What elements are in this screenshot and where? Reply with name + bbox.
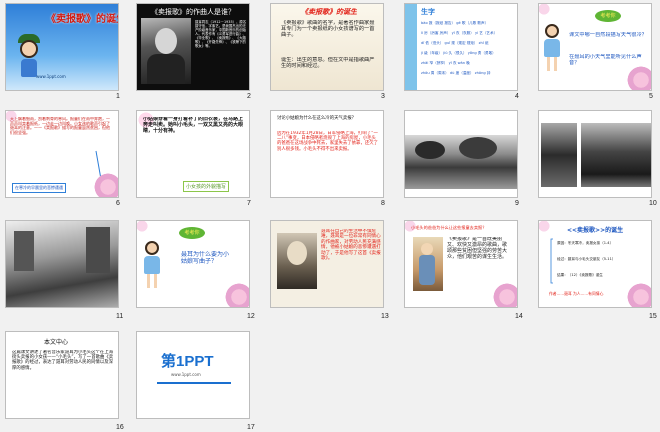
slide-number-8: 8	[381, 200, 385, 207]
slide-number-4: 4	[515, 93, 519, 100]
slide-number-1: 1	[116, 93, 120, 100]
slide-text-1: 《卖报歌》歌曲的名字，是著名作曲家聂耳专门为一个卖报纸的小女孩谱写的一首曲子。	[281, 20, 375, 39]
caption-box: 在寒冷的早晨里的悲惨遭遇	[12, 183, 66, 193]
slide-text: 《卖报歌》是一首既美丽又、欢快又激昂的歌曲，歌颂那些贫困但坚强的劳苦大众，他们艰…	[447, 237, 508, 260]
portrait-photo	[277, 233, 317, 289]
slide-number-7: 7	[247, 200, 251, 207]
slide-number-9: 9	[515, 200, 519, 207]
logo-bar	[157, 382, 231, 384]
slide-thumbnail-9[interactable]	[404, 110, 518, 198]
pinyin-row-3: dī 低（低头） guī 规（规定 规矩） zhǐ 纸	[421, 41, 489, 45]
slide-thumbnail-14[interactable]: 小毛头的爸爸为什么让这些报童去卖报？ 《卖报歌》是一首既美丽又、欢快又激昂的歌曲…	[404, 220, 518, 308]
slide-number-2: 2	[247, 93, 251, 100]
slide-thumbnail-2[interactable]: 《卖报歌》的作曲人是谁？ 聂耳同志（1912－1935），原名聂守信，字紫艺。是…	[136, 3, 250, 91]
pinyin-row-1: bào 报（报纸 报告） gē 歌（儿歌 歌声）	[421, 21, 489, 25]
slide-number-13: 13	[381, 313, 389, 320]
slide-thumbnail-17[interactable]: 第1PPT www.1ppt.com	[136, 331, 250, 419]
slide-number-6: 6	[116, 200, 120, 207]
slide-thumbnail-3[interactable]: 《卖报歌》的诞生 《卖报歌》歌曲的名字，是著名作曲家聂耳专门为一个卖报纸的小女孩…	[270, 3, 384, 91]
children-photo-left	[541, 123, 577, 187]
question-2: 在聂耳的小天气里能听见什么声音？	[569, 54, 642, 67]
slide-text: 这篇课文讲述了著名音乐家聂耳为小毛头这个在上海街头卖报的小女孩——“小毛头”，写…	[12, 350, 114, 371]
pinyin-row-2: lì 厉（厉害 厉声） yī 衣（衣服） yì 艺（艺术）	[421, 31, 498, 35]
slide-thumbnail-11[interactable]	[5, 220, 119, 308]
question-text: 聂耳为什么要为小姑娘写曲子？	[181, 251, 230, 266]
painting-image	[413, 237, 443, 291]
slide-thumbnail-5[interactable]: 考考你 课文中哪一自然段描写天气很冷？ 在聂耳的小天气里能听见什么声音？	[538, 3, 652, 91]
slide-number-3: 3	[381, 93, 385, 100]
slide-number-10: 10	[649, 200, 657, 207]
slide-title: 《卖报歌》的诞生	[301, 8, 357, 16]
bubble-badge: 考考你	[179, 227, 205, 239]
question-1: 课文中哪一自然段描写天气很冷？	[569, 32, 647, 38]
logo-subtext: www.1ppt.com	[171, 372, 201, 377]
slide-thumbnail-13[interactable]: 聂耳在自己的生活中不惧危难，聂耳是一位非常有同情心的作曲家，对劳动人民充满感情，…	[270, 220, 384, 308]
question-text: 讨论小姑娘为什么在这么冷的天气卖报？	[277, 116, 357, 121]
children-photo-right	[581, 123, 651, 187]
slide-number-11: 11	[116, 313, 124, 320]
slide-thumbnail-4[interactable]: 生字 bào 报（报纸 报告） gē 歌（儿歌 歌声） lì 厉（厉害 厉声） …	[404, 3, 518, 91]
bubble-badge: 考考你	[595, 10, 621, 22]
slide-number-15: 15	[649, 313, 657, 320]
slide-thumbnail-6[interactable]: 天上飘着细雨，刮着刺骨的寒风。报童们在雨中奔跑，一声声叫卖着报纸，一边走一边叫唤…	[5, 110, 119, 198]
slide-thumbnail-12[interactable]: 考考你 聂耳为什么要为小姑娘写曲子？	[136, 220, 250, 308]
slide-text: 聂耳同志（1912－1935），原名聂守信，字紫艺。是我国杰出的无产阶级音乐家，…	[195, 20, 247, 49]
slide-number-14: 14	[515, 313, 523, 320]
slide-title: 生字	[421, 8, 435, 16]
caption-box: 小女孩的外貌描写	[183, 181, 230, 192]
slide-number-5: 5	[649, 93, 653, 100]
slide-thumbnail-10[interactable]	[538, 110, 652, 198]
slide-thumbnail-16[interactable]: 本文中心 这篇课文讲述了著名音乐家聂耳为小毛头这个在上海街头卖报的小女孩——“小…	[5, 331, 119, 419]
slide-text-2: 诞生：出生的意思。但在文中是指歌曲产生的时间和经过。	[281, 57, 375, 70]
bracket-lines	[550, 238, 553, 284]
bombed-street-photo	[6, 221, 118, 307]
slide-number-17: 17	[247, 424, 255, 431]
slide-title: 《卖报歌》的作曲人是谁？	[151, 8, 235, 16]
logo-text: 第1PPT	[161, 353, 214, 370]
slide-number-12: 12	[247, 313, 255, 320]
slide-thumbnail-15[interactable]: <<卖报歌>>的诞生 原因：冬天寒冷，卖报女孩（1-4） 经过：聂耳与小毛头交朋…	[538, 220, 652, 308]
question-text: 小毛头的爸爸为什么让这些报童去卖报？	[411, 225, 487, 230]
pinyin-row-4: jí 级（年级） jiǔ 久（很久） yǒng 勇（勇敢）	[421, 51, 496, 55]
slide-title: 《卖报歌》的诞生	[46, 14, 119, 25]
slide-text: 小姑娘穿着一身打着补丁的旧衣裳，在马路上奔走叫卖。她叫小毛头，一双又黑又亮的大眼…	[143, 117, 244, 134]
war-ruins-photo	[405, 135, 517, 189]
pinyin-row-5: zhāi 窄（狭窄） yī 衣 wǎn 晚	[421, 61, 470, 65]
slide-text: 聂耳在自己的生活中不惧危难，聂耳是一位非常有同情心的作曲家，对劳动人民充满感情，…	[321, 229, 381, 262]
pinyin-row-6: zhōu 周（周末） dù 度（温度） zhōng 钟	[421, 71, 491, 75]
slide-thumbnail-1[interactable]: 《卖报歌》的诞生 www.1ppt.com	[5, 3, 119, 91]
portrait-photo	[141, 18, 191, 84]
slide-thumbnail-8[interactable]: 讨论小姑娘为什么在这么冷的天气卖报？ 因为在1932年1月28日，日军侵略上海，…	[270, 110, 384, 198]
slide-thumbnail-7[interactable]: 小姑娘穿着一身打着补丁的旧衣裳，在马路上奔走叫卖。她叫小毛头，一双又黑又亮的大眼…	[136, 110, 250, 198]
slide-title: 本文中心	[44, 339, 69, 346]
slide-number-16: 16	[116, 424, 124, 431]
slide-text: 因为在1932年1月28日，日军侵略上海，打响了“一二八”事变，日本侵略者烧毁了…	[277, 131, 378, 152]
footer-url: www.1ppt.com	[36, 74, 66, 79]
